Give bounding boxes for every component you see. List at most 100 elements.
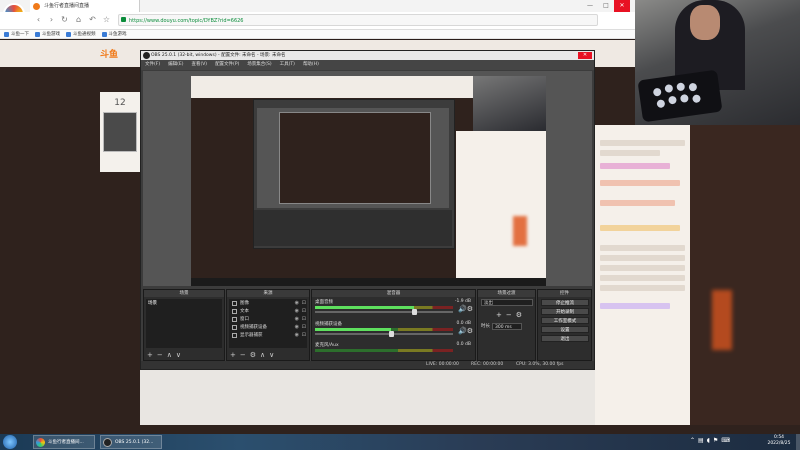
channel-db: 0.0 dB [456, 342, 471, 347]
menu-help[interactable]: 帮助(H) [303, 60, 319, 70]
browser-tab-title: 斗鱼行者直播间直播 [44, 3, 90, 9]
transition-add-remove[interactable]: +−⚙ [496, 311, 526, 319]
studio-mode-button[interactable]: 工作室模式 [541, 317, 589, 324]
bookmark-item[interactable]: 斗鱼游戏 [101, 30, 127, 38]
stop-streaming-button[interactable]: 停止推流 [541, 299, 589, 306]
lock-icon[interactable]: ⊡ [302, 332, 306, 339]
volume-meter [315, 306, 453, 309]
obs-title-bar[interactable]: OBS 25.0.1 (32-bit, windows) - 配置文件: 未命名… [141, 51, 594, 60]
scenes-dock-title: 场景 [144, 290, 224, 297]
maximize-button[interactable]: □ [598, 0, 614, 12]
volume-icon[interactable]: ◖ [707, 437, 710, 444]
source-item[interactable]: 文本 ◉ ⊡ [231, 308, 307, 315]
room-thumbnail[interactable] [103, 112, 137, 152]
channel-name: 视频捕获设备 [315, 322, 342, 327]
obs-window[interactable]: OBS 25.0.1 (32-bit, windows) - 配置文件: 未命名… [140, 50, 595, 370]
close-button[interactable]: ✕ [614, 0, 630, 12]
site-footer-area [140, 370, 595, 425]
chat-line [600, 265, 685, 271]
scene-glow [513, 216, 527, 246]
preview-canvas [191, 76, 546, 286]
taskbar-browser[interactable]: 斗鱼行者直播间... [33, 435, 95, 449]
channel-name: 麦克风/Aux [315, 343, 339, 348]
chat-badge [600, 163, 670, 169]
lock-icon[interactable]: ⊡ [302, 308, 306, 315]
chevron-up-icon[interactable]: ⌃ [690, 437, 695, 444]
duration-label: 时长 [481, 324, 490, 329]
side-ad-area [690, 125, 800, 425]
douyu-favicon-icon [33, 3, 40, 10]
source-item[interactable]: 显示器捕获 ◉ ⊡ [231, 332, 307, 339]
volume-slider[interactable] [315, 309, 453, 315]
home-icon[interactable]: ⌂ [74, 15, 83, 25]
image-icon [232, 301, 237, 306]
menu-file[interactable]: 文件(F) [145, 60, 160, 70]
menu-tools[interactable]: 工具(T) [280, 60, 295, 70]
eye-icon[interactable]: ◉ [295, 300, 299, 307]
bookmark-item[interactable]: 斗鱼游戏 [35, 30, 60, 38]
clock[interactable]: 0:54 2022/8/25 [760, 435, 798, 447]
obs-close-button[interactable]: ✕ [578, 52, 592, 59]
duration-input[interactable]: 300 ms [492, 323, 522, 330]
streamer-head [690, 5, 720, 40]
undo-icon[interactable]: ↶ [88, 15, 97, 25]
source-item[interactable]: 窗口 ◉ ⊡ [231, 316, 307, 323]
chat-panel [595, 125, 690, 425]
taskbar-obs[interactable]: OBS 25.0.1 (32... [100, 435, 162, 449]
speaker-icon[interactable]: 🔊⚙ [458, 305, 473, 313]
eye-icon[interactable]: ◉ [295, 324, 299, 331]
lock-icon[interactable]: ⊡ [302, 324, 306, 331]
chat-line [600, 140, 685, 146]
menu-view[interactable]: 查看(V) [191, 60, 207, 70]
chat-line [600, 285, 685, 291]
exit-button[interactable]: 退出 [541, 335, 589, 342]
minimize-button[interactable]: — [582, 0, 598, 12]
channel-db: 0.0 dB [456, 321, 471, 326]
menu-edit[interactable]: 编辑(E) [168, 60, 183, 70]
sources-dock-title: 来源 [227, 290, 309, 297]
browser-icon [36, 438, 45, 447]
menu-profile[interactable]: 配置文件(P) [215, 60, 239, 70]
address-bar[interactable]: https://www.douyu.com/topic/DYBZ?rid=662… [118, 14, 598, 26]
forward-icon[interactable]: › [47, 15, 56, 25]
refresh-icon[interactable]: ↻ [60, 15, 69, 25]
obs-status-bar: LIVE: 00:00:00 REC: 00:00:00 CPU: 3.0%, … [141, 361, 594, 369]
obs-preview[interactable] [143, 71, 592, 286]
network-icon[interactable]: ▤ [698, 437, 704, 444]
eye-icon[interactable]: ◉ [295, 308, 299, 315]
browser-tab[interactable]: 斗鱼行者直播间直播 [30, 0, 140, 12]
scenes-list[interactable]: 场景 [146, 299, 222, 348]
bookmark-icon [101, 31, 107, 37]
transition-select[interactable]: 淡出 [481, 299, 533, 306]
eye-icon[interactable]: ◉ [295, 316, 299, 323]
scene-item[interactable]: 场景 [148, 300, 157, 306]
lock-icon [121, 17, 126, 22]
star-icon[interactable]: ☆ [102, 15, 111, 25]
keyboard-icon[interactable]: ⌨ [721, 437, 730, 444]
start-button[interactable] [3, 435, 17, 449]
source-item[interactable]: 图像 ◉ ⊡ [231, 300, 307, 307]
back-icon[interactable]: ‹ [34, 15, 43, 25]
speaker-icon[interactable]: 🔊⚙ [458, 327, 473, 335]
nested-obs-preview [257, 108, 449, 208]
clock-date: 2022/8/25 [767, 441, 791, 446]
eye-icon[interactable]: ◉ [295, 332, 299, 339]
show-desktop-button[interactable] [796, 434, 800, 450]
menu-scene-collection[interactable]: 场景集合(S) [247, 60, 271, 70]
system-tray: ⌃ ▤ ◖ ⚑ ⌨ [690, 437, 730, 444]
source-item[interactable]: 视频捕获设备 ◉ ⊡ [231, 324, 307, 331]
settings-button[interactable]: 设置 [541, 326, 589, 333]
bookmark-item[interactable]: 斗鱼通视频 [66, 30, 96, 38]
flag-icon[interactable]: ⚑ [713, 437, 718, 444]
site-logo[interactable]: 斗鱼 [100, 47, 118, 60]
volume-meter [315, 349, 453, 352]
nested-chat-panel [456, 131, 546, 281]
bookmark-item[interactable]: 斗鱼一下 [4, 30, 29, 38]
lock-icon[interactable]: ⊡ [302, 300, 306, 307]
scenes-toolbar[interactable]: +−∧∨ [147, 351, 185, 359]
start-recording-button[interactable]: 开始录制 [541, 308, 589, 315]
controls-dock: 控件 停止推流 开始录制 工作室模式 设置 退出 [537, 289, 592, 361]
sources-toolbar[interactable]: +−⚙∧∨ [230, 351, 278, 359]
volume-slider[interactable] [315, 331, 453, 337]
lock-icon[interactable]: ⊡ [302, 316, 306, 323]
